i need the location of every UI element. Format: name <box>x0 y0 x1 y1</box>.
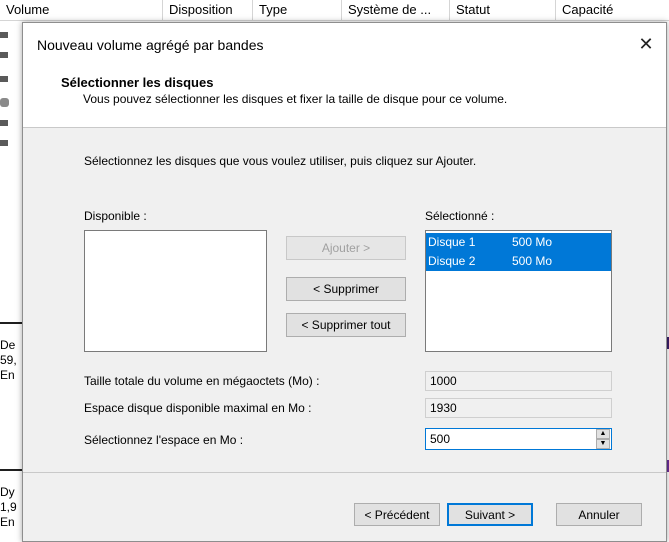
disk-label-fragment: En <box>0 368 15 382</box>
disk-name: Disque 2 <box>428 254 476 268</box>
available-label: Disponible : <box>84 209 147 223</box>
column-header-status[interactable]: Statut <box>450 0 556 20</box>
cd-drive-icon <box>0 98 9 107</box>
back-button[interactable]: < Précédent <box>354 503 440 526</box>
column-header-volume[interactable]: Volume <box>0 0 163 20</box>
column-header-type[interactable]: Type <box>253 0 342 20</box>
disk-name: Disque 1 <box>428 235 476 249</box>
disk-label-fragment: 59, <box>0 353 17 367</box>
volume-list-header: Volume Disposition Type Système de ... S… <box>0 0 669 21</box>
cancel-button[interactable]: Annuler <box>556 503 642 526</box>
next-button[interactable]: Suivant > <box>447 503 533 526</box>
spin-up-icon[interactable]: ▲ <box>596 429 610 439</box>
max-space-field: 1930 <box>425 398 612 418</box>
available-disks-list[interactable] <box>84 230 267 352</box>
volume-drive-icon <box>0 76 8 82</box>
instruction-text: Sélectionnez les disques que vous voulez… <box>84 154 477 168</box>
selected-disks-list[interactable]: Disque 1 500 Mo Disque 2 500 Mo <box>425 230 612 352</box>
volume-drive-icon <box>0 120 8 126</box>
spin-down-icon[interactable]: ▼ <box>596 439 610 449</box>
max-space-label: Espace disque disponible maximal en Mo : <box>84 401 312 415</box>
column-header-filesystem[interactable]: Système de ... <box>342 0 450 20</box>
column-header-disposition[interactable]: Disposition <box>163 0 253 20</box>
disk-label-fragment: Dy <box>0 485 15 499</box>
list-item[interactable]: Disque 2 500 Mo <box>426 252 611 271</box>
disk-size: 500 Mo <box>512 254 553 268</box>
wizard-step-subtitle: Vous pouvez sélectionner les disques et … <box>83 92 508 106</box>
disk-label-fragment: De <box>0 338 16 352</box>
total-size-field: 1000 <box>425 371 612 391</box>
wizard-step-title: Sélectionner les disques <box>61 75 214 90</box>
volume-drive-icon <box>0 52 8 58</box>
total-size-label: Taille totale du volume en mégaoctets (M… <box>84 374 320 388</box>
remove-all-button[interactable]: < Supprimer tout <box>286 313 406 337</box>
disk-label-fragment: En <box>0 515 15 529</box>
dialog-titlebar[interactable]: Nouveau volume agrégé par bandes ✕ <box>23 23 666 67</box>
selected-label: Sélectionné : <box>425 209 495 223</box>
remove-button[interactable]: < Supprimer <box>286 277 406 301</box>
button-bar-separator <box>23 472 666 473</box>
space-size-input[interactable]: 500 <box>425 428 612 450</box>
disk-size: 500 Mo <box>512 235 553 249</box>
space-size-stepper[interactable]: ▲ ▼ <box>596 429 610 449</box>
list-item[interactable]: Disque 1 500 Mo <box>426 233 611 252</box>
disk-label-fragment: 1,9 <box>0 500 17 514</box>
volume-drive-icon <box>0 32 8 38</box>
select-space-label: Sélectionnez l'espace en Mo : <box>84 433 244 447</box>
volume-drive-icon <box>0 140 8 146</box>
dialog-title: Nouveau volume agrégé par bandes <box>37 37 264 53</box>
new-striped-volume-dialog: Nouveau volume agrégé par bandes ✕ Sélec… <box>22 22 667 542</box>
wizard-header: Sélectionner les disques Vous pouvez sél… <box>23 67 666 128</box>
column-header-capacity[interactable]: Capacité <box>556 0 669 20</box>
close-icon[interactable]: ✕ <box>632 31 660 57</box>
add-button[interactable]: Ajouter > <box>286 236 406 260</box>
